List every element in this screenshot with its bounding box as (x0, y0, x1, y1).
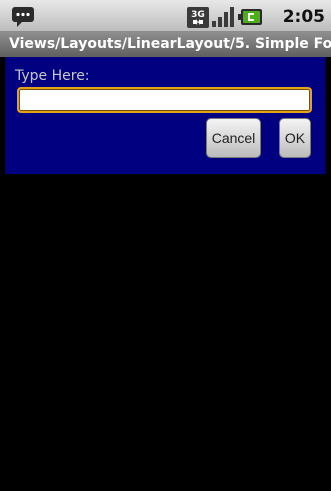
3g-data-icon: 3G (187, 7, 209, 28)
message-notification-icon[interactable] (11, 6, 35, 28)
battery-charging-icon (238, 9, 262, 25)
status-bar: 3G 2:05 (0, 0, 331, 32)
network-type-label: 3G (191, 10, 205, 20)
status-clock: 2:05 (265, 6, 325, 28)
text-input-field[interactable] (17, 87, 312, 113)
simple-form-panel: Type Here: Cancel OK (5, 57, 325, 174)
cancel-button[interactable]: Cancel (206, 118, 261, 158)
ok-button[interactable]: OK (279, 118, 311, 158)
page-title: Views/Layouts/LinearLayout/5. Simple For… (9, 36, 331, 52)
signal-strength-icon (212, 7, 234, 27)
activity-title-bar: Views/Layouts/LinearLayout/5. Simple For… (0, 32, 331, 57)
clock-time: 2:05 (282, 7, 325, 27)
type-here-label: Type Here: (15, 68, 90, 84)
